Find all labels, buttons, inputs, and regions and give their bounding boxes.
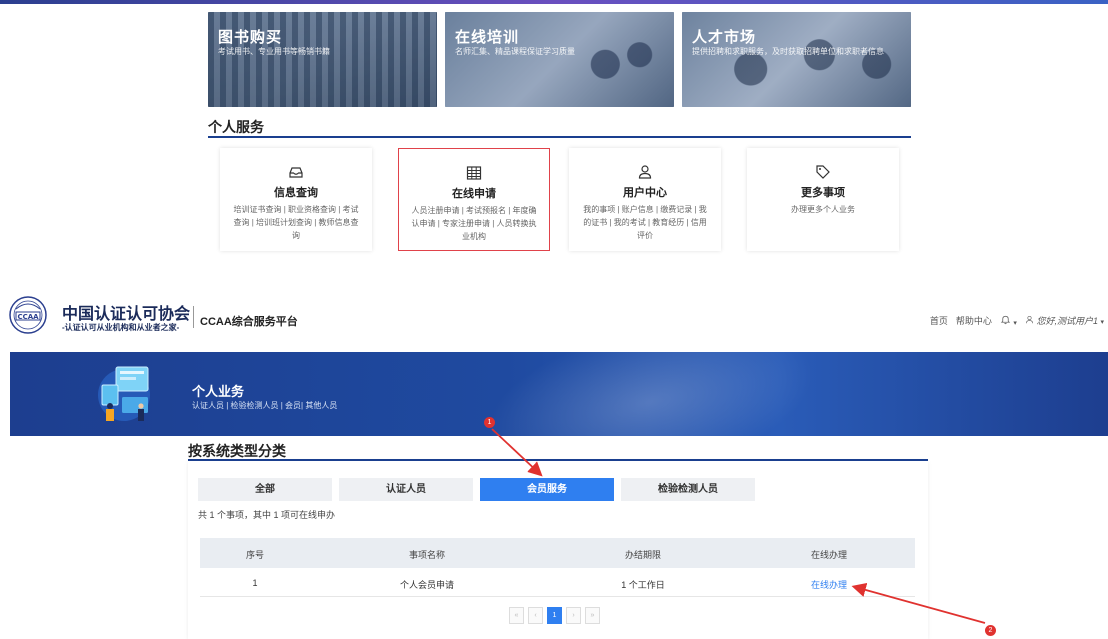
nav-help-link[interactable]: 帮助中心	[956, 314, 992, 327]
service-card-title: 信息查询	[274, 187, 318, 199]
pagination: « ‹ 1 › »	[509, 607, 600, 624]
nav-home-link[interactable]: 首页	[930, 314, 948, 327]
service-card-info-query[interactable]: 信息查询 培训证书查询 | 职业资格查询 | 考试查询 | 培训班计划查询 | …	[220, 148, 372, 251]
top-color-strip	[0, 0, 1108, 4]
banner-talent-market[interactable]: 人才市场 提供招聘和求职服务，及时获取招聘单位和求职者信息	[682, 12, 911, 107]
column-header-term: 办结期限	[624, 550, 662, 560]
hero-illustration	[98, 366, 150, 421]
tab-member-service[interactable]: 会员服务	[480, 478, 614, 501]
annotation-marker-2: 2	[985, 625, 996, 636]
first-page-button[interactable]: «	[509, 607, 524, 624]
row-name: 个人会员申请	[399, 580, 455, 590]
service-card-title: 更多事项	[801, 187, 845, 199]
column-header-no: 序号	[245, 550, 265, 560]
platform-name: CCAA综合服务平台	[200, 316, 298, 328]
banner-title: 人才市场	[692, 29, 757, 46]
banner-subtitle: 提供招聘和求职服务，及时获取招聘单位和求职者信息	[692, 47, 884, 56]
user-icon	[638, 165, 652, 179]
service-card-desc[interactable]: 培训证书查询 | 职业资格查询 | 考试查询 | 培训班计划查询 | 教师信息查…	[232, 203, 360, 242]
header-separator	[193, 306, 194, 328]
table-header	[200, 538, 915, 568]
hero-title: 个人业务	[192, 384, 245, 399]
prev-page-button[interactable]: ‹	[528, 607, 543, 624]
user-menu[interactable]: 您好,测试用户1 ▾	[1025, 314, 1104, 327]
banner-book-purchase[interactable]: 图书购买 考试用书、专业用书等畅销书籍	[208, 12, 437, 107]
table-icon	[466, 166, 482, 180]
column-header-name: 事项名称	[408, 550, 446, 560]
section-divider	[188, 459, 928, 461]
hero-subtitle: 认证人员 | 检验检测人员 | 会员| 其他人员	[192, 401, 338, 410]
column-header-action: 在线办理	[810, 550, 848, 560]
last-page-button[interactable]: »	[585, 607, 600, 624]
org-slogan: -认证认可从业机构和从业者之家-	[62, 323, 180, 332]
row-no: 1	[252, 578, 258, 588]
banner-title: 在线培训	[455, 29, 520, 46]
user-icon	[1025, 315, 1033, 324]
row-divider	[200, 596, 915, 597]
banner-online-training[interactable]: 在线培训 名师汇集、精品课程保证学习质量	[445, 12, 674, 107]
org-name: 中国认证认可协会	[62, 306, 191, 323]
chevron-down-icon: ▾	[1013, 320, 1017, 327]
tab-certified-personnel[interactable]: 认证人员	[339, 478, 473, 501]
service-card-title: 用户中心	[623, 187, 667, 199]
service-card-user-center[interactable]: 用户中心 我的事项 | 账户信息 | 缴费记录 | 我的证书 | 我的考试 | …	[569, 148, 721, 251]
tag-icon	[816, 165, 830, 179]
service-card-online-apply[interactable]: 在线申请 人员注册申请 | 考试预报名 | 年度确认申请 | 专家注册申请 | …	[398, 148, 550, 251]
annotation-marker-1: 1	[484, 417, 495, 428]
top-nav: 首页 帮助中心 ▾ 您好,测试用户1 ▾	[930, 314, 1104, 327]
service-card-title: 在线申请	[452, 188, 496, 200]
category-title: 按系统类型分类	[188, 443, 286, 459]
personal-services-title: 个人服务	[208, 119, 264, 135]
tab-inspection-personnel[interactable]: 检验检测人员	[621, 478, 755, 501]
section-divider	[208, 136, 911, 138]
service-card-desc[interactable]: 我的事项 | 账户信息 | 缴费记录 | 我的证书 | 我的考试 | 教育经历 …	[581, 203, 709, 242]
hero-wave-decoration	[457, 352, 843, 436]
bell-icon	[1000, 315, 1011, 325]
service-card-more[interactable]: 更多事项 办理更多个人业务	[747, 148, 899, 251]
row-term: 1 个工作日	[621, 580, 665, 590]
banner-subtitle: 名师汇集、精品课程保证学习质量	[455, 47, 575, 56]
service-card-desc[interactable]: 人员注册申请 | 考试预报名 | 年度确认申请 | 专家注册申请 | 人员转换执…	[411, 204, 537, 243]
chevron-down-icon: ▾	[1100, 319, 1104, 326]
page-button-current[interactable]: 1	[547, 607, 562, 624]
tab-all[interactable]: 全部	[198, 478, 332, 501]
hero-banner	[10, 352, 1108, 436]
notification-bell[interactable]: ▾	[1000, 314, 1017, 327]
user-greeting: 您好,测试用户1	[1036, 316, 1098, 326]
service-card-desc[interactable]: 办理更多个人业务	[759, 203, 887, 216]
online-apply-link[interactable]: 在线办理	[811, 578, 847, 591]
logo-text: CCAA	[17, 313, 39, 321]
banner-title: 图书购买	[218, 29, 283, 46]
next-page-button[interactable]: ›	[566, 607, 581, 624]
banner-subtitle: 考试用书、专业用书等畅销书籍	[218, 47, 330, 56]
ccaa-logo[interactable]: CCAA	[8, 295, 48, 335]
inbox-icon	[289, 167, 303, 178]
item-count-text: 共 1 个事项，其中 1 项可在线申办	[198, 510, 336, 520]
